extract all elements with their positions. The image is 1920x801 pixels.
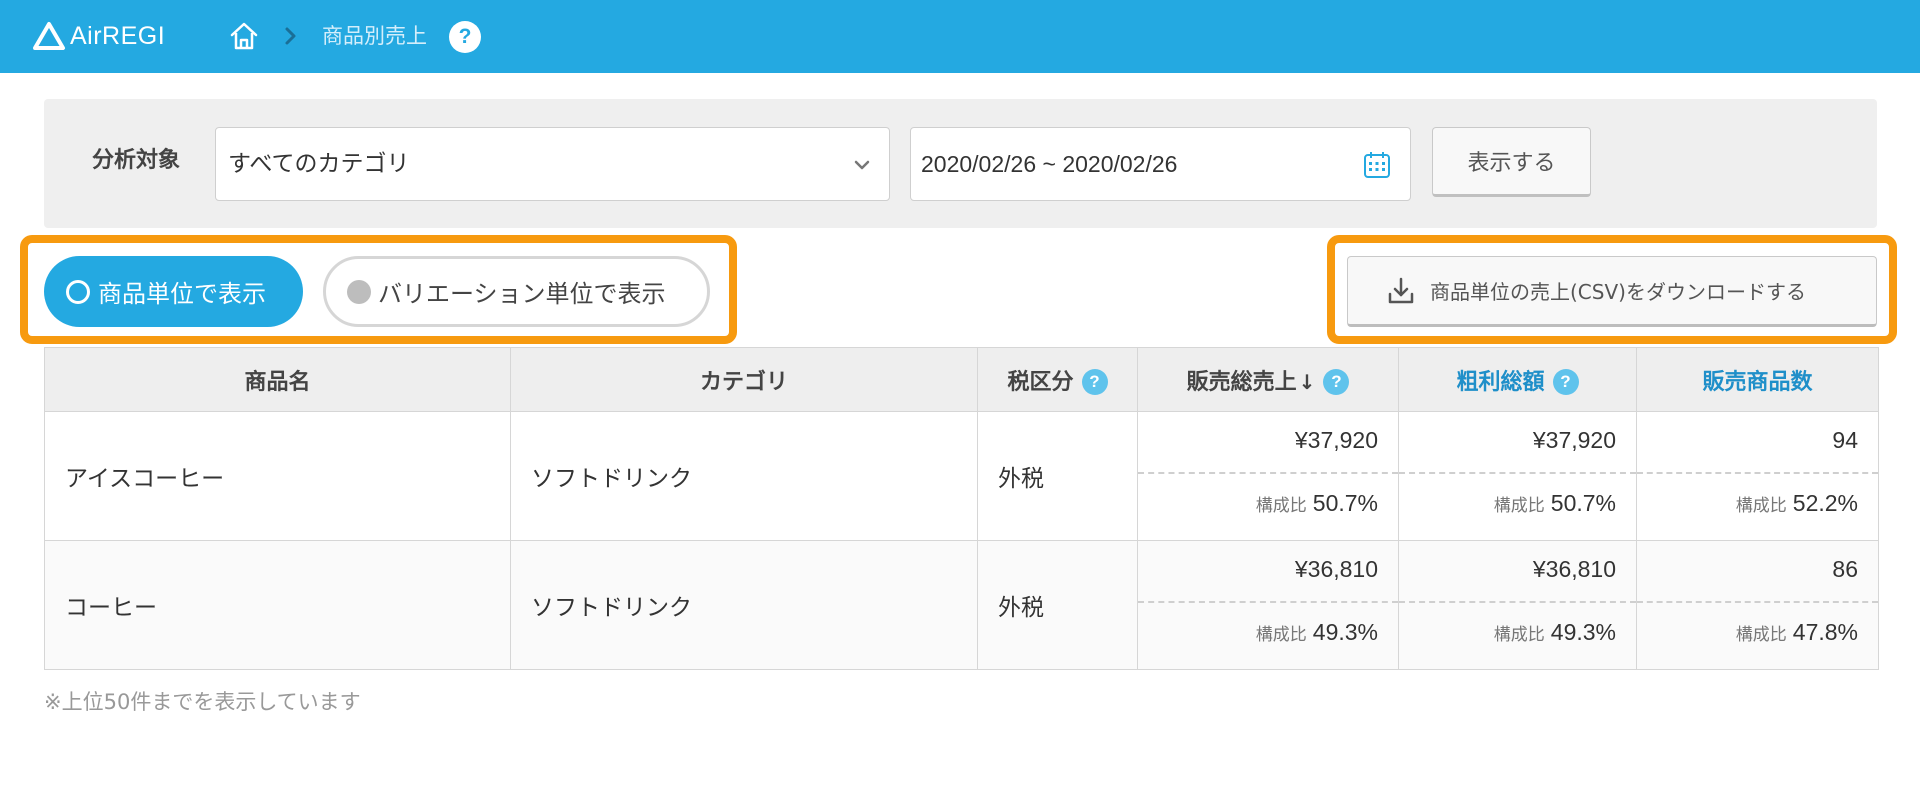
column-header-product-label: 商品名 (244, 369, 311, 395)
date-range-input[interactable]: 2020/02/26 ~ 2020/02/26 (910, 127, 1411, 201)
help-icon[interactable]: ? (449, 21, 481, 53)
cell-tax: 外税 (977, 540, 1138, 670)
category-select-value: すべてのカテゴリ (228, 151, 410, 177)
table-row: コーヒー ソフトドリンク 外税 ¥36,810 構成比 49.3% ¥36,810… (44, 540, 1879, 670)
table-row: アイスコーヒー ソフトドリンク 外税 ¥37,920 構成比 50.7% ¥37,… (44, 411, 1879, 541)
radio-selected-icon (66, 279, 90, 304)
product-unit-label: 商品単位で表示 (98, 280, 266, 308)
cell-product: コーヒー (44, 540, 511, 670)
help-icon[interactable]: ? (1323, 368, 1350, 395)
product-unit-toggle[interactable]: 商品単位で表示 (44, 256, 303, 327)
profit-ratio: 構成比 49.3% (1399, 603, 1636, 668)
cell-tax: 外税 (977, 411, 1138, 541)
cell-sales: ¥37,920 構成比 50.7% (1137, 411, 1399, 541)
sales-ratio-value: 49.3% (1312, 619, 1378, 645)
column-header-quantity[interactable]: 販売商品数 (1636, 347, 1879, 412)
cell-quantity: 94 構成比 52.2% (1636, 411, 1879, 541)
profit-value: ¥36,810 (1399, 541, 1636, 603)
sales-value: ¥36,810 (1138, 541, 1398, 603)
ratio-label: 構成比 (1493, 496, 1545, 516)
column-header-category-label: カテゴリ (699, 369, 788, 395)
date-range-value: 2020/02/26 ~ 2020/02/26 (921, 151, 1178, 177)
column-header-total-sales[interactable]: 販売総売上 ↓? (1137, 347, 1399, 412)
home-icon[interactable] (228, 20, 260, 52)
profit-ratio-value: 50.7% (1550, 490, 1616, 516)
column-header-quantity-label: 販売商品数 (1702, 369, 1813, 395)
cell-category: ソフトドリンク (510, 411, 978, 541)
footnote: ※上位50件までを表示しています (44, 690, 361, 714)
profit-ratio: 構成比 50.7% (1399, 474, 1636, 539)
help-icon[interactable]: ? (1081, 368, 1108, 395)
calendar-icon[interactable] (1362, 150, 1392, 180)
ratio-label: 構成比 (1735, 496, 1787, 516)
csv-download-button[interactable]: 商品単位の売上(CSV)をダウンロードする (1347, 256, 1877, 327)
cell-product: アイスコーヒー (44, 411, 511, 541)
download-icon (1388, 277, 1414, 303)
ratio-label: 構成比 (1255, 625, 1307, 645)
ratio-label: 構成比 (1493, 625, 1545, 645)
category-select[interactable]: すべてのカテゴリ (215, 127, 890, 201)
quantity-value: 94 (1637, 412, 1878, 474)
quantity-ratio-value: 52.2% (1792, 490, 1858, 516)
sales-ratio: 構成比 49.3% (1138, 603, 1398, 668)
chevron-right-icon (285, 27, 296, 45)
sort-down-icon: ↓ (1298, 369, 1316, 394)
column-header-tax-label: 税区分 (1007, 369, 1074, 395)
sales-ratio: 構成比 50.7% (1138, 474, 1398, 539)
show-button[interactable]: 表示する (1432, 127, 1591, 197)
cell-profit: ¥36,810 構成比 49.3% (1398, 540, 1637, 670)
ratio-label: 構成比 (1735, 625, 1787, 645)
top-bar: AirREGI 商品別売上 ? (0, 0, 1920, 73)
variation-unit-label: バリエーション単位で表示 (378, 280, 666, 308)
cell-category: ソフトドリンク (510, 540, 978, 670)
column-header-tax: 税区分? (977, 347, 1138, 412)
column-header-total-sales-label: 販売総売上 (1186, 369, 1297, 395)
csv-download-label: 商品単位の売上(CSV)をダウンロードする (1430, 280, 1806, 304)
logo-text: AirREGI (70, 21, 166, 50)
cell-profit: ¥37,920 構成比 50.7% (1398, 411, 1637, 541)
quantity-ratio: 構成比 52.2% (1637, 474, 1878, 539)
radio-unselected-icon (347, 279, 371, 304)
profit-ratio-value: 49.3% (1550, 619, 1616, 645)
profit-value: ¥37,920 (1399, 412, 1636, 474)
column-header-gross-profit[interactable]: 粗利総額? (1398, 347, 1637, 412)
quantity-ratio-value: 47.8% (1792, 619, 1858, 645)
chevron-down-icon (854, 160, 870, 170)
quantity-value: 86 (1637, 541, 1878, 603)
quantity-ratio: 構成比 47.8% (1637, 603, 1878, 668)
airregi-logo[interactable]: AirREGI (32, 20, 165, 52)
cell-sales: ¥36,810 構成比 49.3% (1137, 540, 1399, 670)
sales-value: ¥37,920 (1138, 412, 1398, 474)
sales-table: 商品名 カテゴリ 税区分? 販売総売上 ↓? 粗利総額? 販売商品数 アイスコーヒ… (44, 347, 1879, 670)
breadcrumb-current: 商品別売上 (322, 24, 427, 48)
help-icon[interactable]: ? (1552, 368, 1579, 395)
analysis-target-label: 分析対象 (92, 148, 181, 173)
column-header-category: カテゴリ (510, 347, 978, 412)
column-header-gross-profit-label: 粗利総額 (1456, 369, 1545, 395)
sales-ratio-value: 50.7% (1312, 490, 1378, 516)
variation-unit-toggle[interactable]: バリエーション単位で表示 (323, 256, 710, 327)
ratio-label: 構成比 (1255, 496, 1307, 516)
cell-quantity: 86 構成比 47.8% (1636, 540, 1879, 670)
table-header-row: 商品名 カテゴリ 税区分? 販売総売上 ↓? 粗利総額? 販売商品数 (44, 347, 1879, 412)
column-header-product: 商品名 (44, 347, 511, 412)
logo-mark-icon (33, 22, 65, 50)
